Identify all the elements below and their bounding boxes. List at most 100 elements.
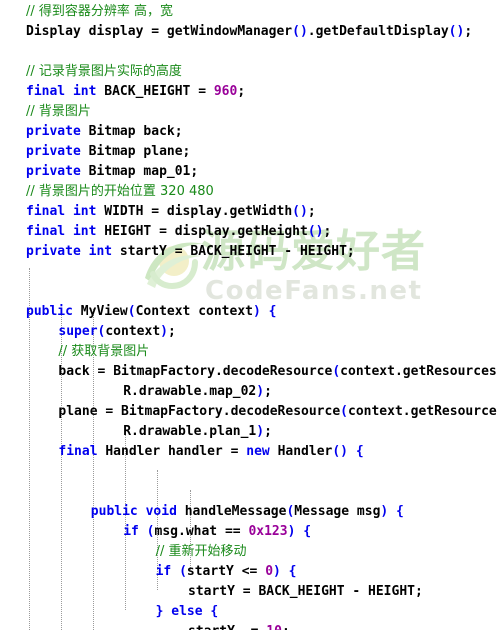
code-line: final int HEIGHT = display.getHeight(); — [26, 222, 500, 242]
code-line: startY = BACK_HEIGHT - HEIGHT; — [188, 582, 500, 602]
code-token: () — [448, 24, 465, 39]
code-token: BACK_HEIGHT — [258, 584, 353, 599]
code-token: = — [159, 224, 175, 239]
code-token: startY — [188, 624, 243, 630]
code-token: ) — [256, 384, 265, 399]
code-token: ; — [182, 144, 191, 159]
code-token: // 获取背景图片 — [58, 344, 150, 359]
code-token: == — [224, 524, 249, 539]
code-token: private int — [26, 244, 120, 259]
code-line: private Bitmap back; — [26, 122, 500, 142]
code-token: ( — [179, 564, 187, 579]
code-token: 0 — [265, 564, 274, 579]
code-token: getDefaultDisplay — [315, 24, 449, 39]
code-token: . — [222, 404, 231, 419]
code-token: ; — [307, 204, 316, 219]
code-line: super(context); — [58, 322, 500, 342]
code-token: ; — [174, 124, 183, 139]
code-line: final Handler handler = new Handler() { — [58, 442, 500, 462]
code-token: ; — [323, 224, 332, 239]
code-token: ) { — [287, 524, 312, 539]
code-token: . — [214, 364, 223, 379]
code-token: ; — [237, 84, 246, 99]
code-token: back — [58, 364, 98, 379]
code-token: public void — [90, 504, 185, 519]
code-token: final int — [26, 204, 105, 219]
code-token: drawable — [138, 384, 202, 399]
code-area[interactable]: // 得到容器分辨率 高，宽 Display display = getWindo… — [0, 0, 500, 630]
code-token: map_02 — [209, 384, 257, 399]
code-token: = — [97, 364, 114, 379]
code-line: private Bitmap plane; — [26, 142, 500, 162]
code-line: } else { — [156, 602, 500, 622]
code-token: . — [307, 24, 316, 39]
code-line: public void handleMessage(Message msg) { — [91, 502, 500, 522]
code-token: = — [242, 584, 259, 599]
code-token: ; — [167, 324, 176, 339]
code-token: <= — [241, 564, 266, 579]
code-token: . — [131, 384, 139, 399]
code-token: drawable — [138, 424, 202, 439]
code-token: context — [105, 324, 161, 339]
code-token: Context context — [135, 304, 253, 319]
code-token: Bitmap map_01 — [88, 164, 191, 179]
code-token: = — [230, 444, 247, 459]
code-token: startY — [188, 584, 243, 599]
code-token: private — [26, 124, 89, 139]
code-token: () — [307, 224, 324, 239]
code-token: () { — [332, 444, 364, 459]
code-token: getHeight — [237, 224, 308, 239]
code-token: private — [26, 144, 89, 159]
code-line: back = BitmapFactory.decodeResource(cont… — [58, 362, 500, 382]
code-token: ; — [464, 24, 473, 39]
code-token: // 背景图片的开始位置 — [26, 184, 161, 199]
code-token: ( — [127, 304, 136, 319]
code-line: if (startY <= 0) { — [156, 562, 500, 582]
code-token: ; — [264, 424, 272, 439]
code-token: private — [26, 164, 89, 179]
code-token: msg — [154, 524, 178, 539]
code-line: // 背景图片 — [26, 102, 500, 122]
code-token: handleMessage — [184, 504, 287, 519]
code-screenshot: 源码爱好者 CodeFans.net // 得到容器分辨率 高，宽 Display… — [0, 0, 500, 630]
code-token: = — [174, 244, 191, 259]
code-token: . — [402, 404, 411, 419]
code-token: if — [155, 564, 180, 579]
code-token: ) — [160, 324, 168, 339]
code-line: // 获取背景图片 — [58, 342, 500, 362]
code-token: = — [151, 24, 167, 39]
code-token: ) { — [253, 304, 277, 319]
code-token: - — [284, 244, 300, 259]
code-token: what — [185, 524, 225, 539]
code-token: super — [58, 324, 98, 339]
code-line: private int startY = BACK_HEIGHT - HEIGH… — [26, 242, 500, 262]
code-token: context — [348, 404, 403, 419]
code-token: 320 480 — [160, 184, 214, 199]
code-token: ) { — [380, 504, 404, 519]
code-token: . — [131, 424, 139, 439]
code-token: startY — [186, 564, 242, 579]
code-line: plane = BitmapFactory.decodeResource(con… — [58, 402, 500, 422]
code-token: context — [340, 364, 395, 379]
code-line: private Bitmap map_01; — [26, 162, 500, 182]
code-token: 10 — [266, 624, 282, 630]
code-token: () — [292, 24, 308, 39]
code-line: R.drawable.map_02); — [123, 382, 500, 402]
code-token: getWidth — [229, 204, 293, 219]
code-token: BACK_HEIGHT — [190, 244, 285, 259]
code-token: . — [394, 364, 403, 379]
code-token: 960 — [213, 84, 238, 99]
code-token: // 背景图片 — [26, 104, 91, 119]
code-line: final int WIDTH = display.getWidth(); — [26, 202, 500, 222]
code-token: ( — [146, 524, 155, 539]
code-token: display — [174, 224, 230, 239]
code-line: R.drawable.plan_1); — [123, 422, 500, 442]
code-token: () — [292, 204, 308, 219]
code-token: getWindowManager — [166, 24, 293, 39]
code-token: // 记录背景图片实际的高度 — [26, 64, 182, 79]
code-token: ; — [415, 584, 423, 599]
